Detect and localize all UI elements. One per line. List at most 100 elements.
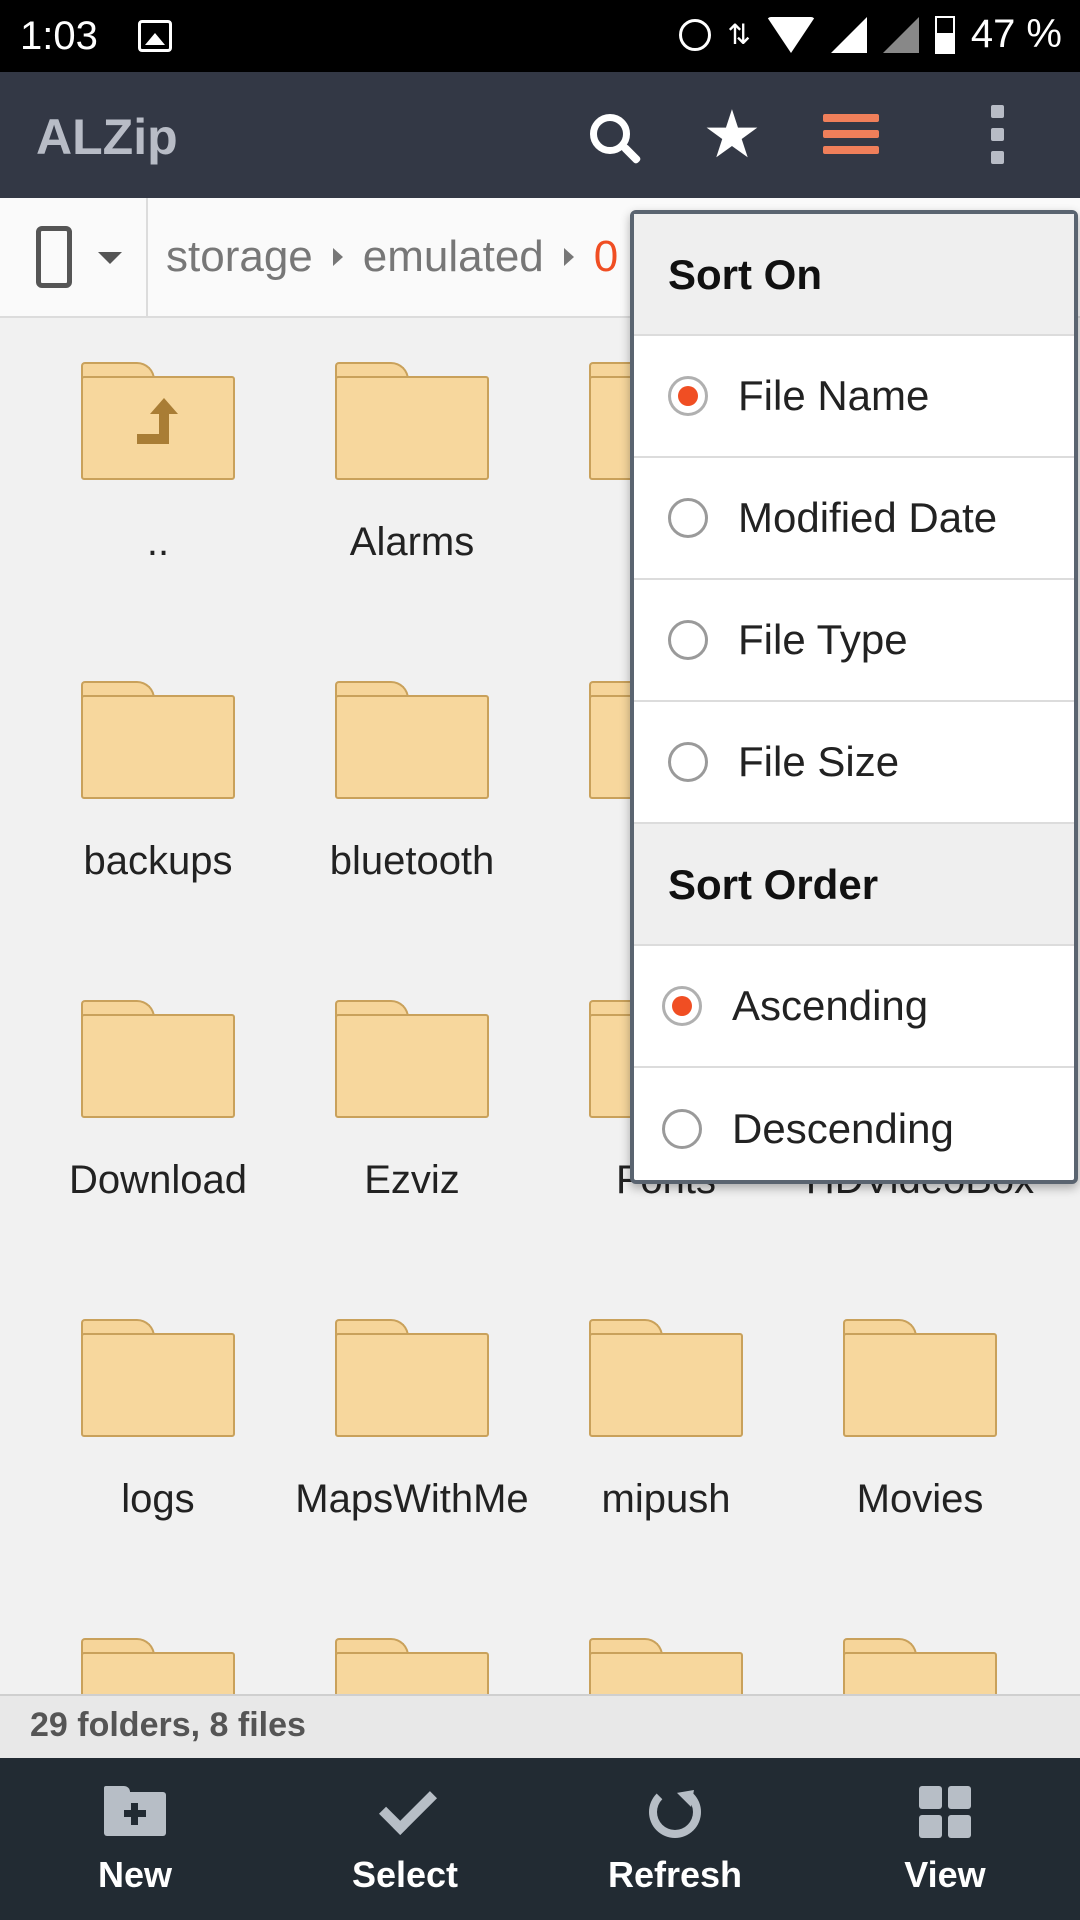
sort-order-label: Ascending [732,982,929,1029]
folder-item[interactable] [285,1592,539,1694]
folder-item[interactable]: MapsWithMe [285,1273,539,1523]
folder-name: mipush [601,1477,731,1521]
chevron-right-icon [563,248,574,266]
image-notification-icon [138,20,172,52]
folder-icon [81,1000,235,1118]
app-title: ALZip [36,109,178,165]
folder-item[interactable]: mipush [539,1273,793,1523]
status-time: 1:03 [20,14,98,58]
radio-selected-icon[interactable] [668,376,708,416]
sort-button[interactable] [815,98,887,170]
select-button[interactable]: Select [270,1758,540,1920]
signal-secondary-icon [882,16,919,53]
folder-name: logs [121,1477,195,1521]
sort-on-header: Sort On [634,214,1074,336]
folder-name: backups [83,839,233,883]
bottom-toolbar: New Select Refresh View [0,1758,1080,1920]
folder-name: MapsWithMe [295,1477,529,1521]
item-count-bar: 29 folders, 8 files [0,1694,1080,1758]
folder-name: Alarms [349,520,475,564]
radio-unselected-icon[interactable] [668,620,708,660]
folder-item[interactable]: backups [31,635,285,885]
phone-icon [36,226,72,288]
new-button[interactable]: New [0,1758,270,1920]
sort-option-file-type[interactable]: File Type [634,580,1074,702]
favorites-button[interactable]: ★ [696,98,768,170]
folder-icon [335,1319,489,1437]
folder-icon [843,1638,997,1694]
sort-option-label: File Name [738,372,930,419]
sort-order-header: Sort Order [634,824,1074,946]
status-icons: ⇅ 47 % [679,12,1062,57]
sort-option-file-name[interactable]: File Name [634,336,1074,458]
radio-selected-icon[interactable] [662,986,702,1026]
storage-selector-button[interactable] [0,198,148,316]
breadcrumb-current[interactable]: 0 [594,232,618,282]
sort-order-ascending[interactable]: Ascending [634,946,1074,1068]
status-bar: 1:03 ⇅ 47 % [0,0,1080,72]
breadcrumb-item[interactable]: storage [166,232,313,282]
refresh-button[interactable]: Refresh [540,1758,810,1920]
folder-icon [335,681,489,799]
folder-name: bluetooth [329,839,495,883]
sort-option-file-size[interactable]: File Size [634,702,1074,824]
new-folder-icon [104,1786,166,1836]
folder-item[interactable]: Ezviz [285,954,539,1204]
folder-item[interactable] [31,1592,285,1694]
alarm-icon [679,18,712,51]
sort-option-modified-date[interactable]: Modified Date [634,458,1074,580]
grid-view-icon [919,1786,971,1838]
sort-order-descending[interactable]: Descending [634,1068,1074,1190]
folder-item[interactable]: bluetooth [285,635,539,885]
chevron-down-icon [98,252,122,264]
item-count: 29 folders, 8 files [30,1706,306,1744]
sort-option-label: File Type [738,616,908,663]
select-label: Select [351,1854,459,1895]
more-vert-icon [990,104,1004,164]
new-label: New [97,1854,173,1895]
battery-percent: 47 % [970,12,1062,56]
folder-name: Download [69,1158,247,1202]
folder-item[interactable]: Download [31,954,285,1204]
folder-icon [843,1319,997,1437]
signal-icon [830,16,867,53]
data-transfer-icon: ⇅ [727,18,751,50]
breadcrumb-item[interactable]: emulated [363,232,544,282]
folder-icon [589,1319,743,1437]
sort-icon [823,114,879,154]
sort-option-label: Modified Date [738,494,998,541]
folder-name: Movies [856,1477,984,1521]
view-button[interactable]: View [810,1758,1080,1920]
chevron-right-icon [332,248,343,266]
app-bar: ALZip ★ [0,72,1080,198]
folder-icon [335,362,489,480]
folder-icon [589,1638,743,1694]
folder-item[interactable]: logs [31,1273,285,1523]
folder-icon [335,1638,489,1694]
radio-unselected-icon[interactable] [668,498,708,538]
more-options-button[interactable] [961,98,1033,170]
sort-menu: Sort On File Name Modified Date File Typ… [630,210,1078,1184]
star-icon: ★ [702,97,762,171]
folder-name: Ezviz [364,1158,460,1202]
view-label: View [904,1854,986,1895]
search-icon [590,114,630,154]
folder-icon [335,1000,489,1118]
folder-icon [81,681,235,799]
refresh-label: Refresh [607,1854,743,1895]
folder-item-parent[interactable]: .. [31,316,285,566]
radio-unselected-icon[interactable] [662,1109,702,1149]
folder-item[interactable] [793,1592,1047,1694]
sort-order-label: Descending [732,1105,954,1152]
folder-item[interactable]: Movies [793,1273,1047,1523]
folder-item[interactable]: Alarms [285,316,539,566]
sort-option-label: File Size [738,738,900,785]
radio-unselected-icon[interactable] [668,742,708,782]
refresh-icon [649,1786,701,1838]
breadcrumb: storage emulated 0 [166,232,618,282]
folder-icon [81,1319,235,1437]
search-button[interactable] [574,98,646,170]
folder-icon [81,1638,235,1694]
wifi-icon [766,16,815,53]
folder-item[interactable] [539,1592,793,1694]
